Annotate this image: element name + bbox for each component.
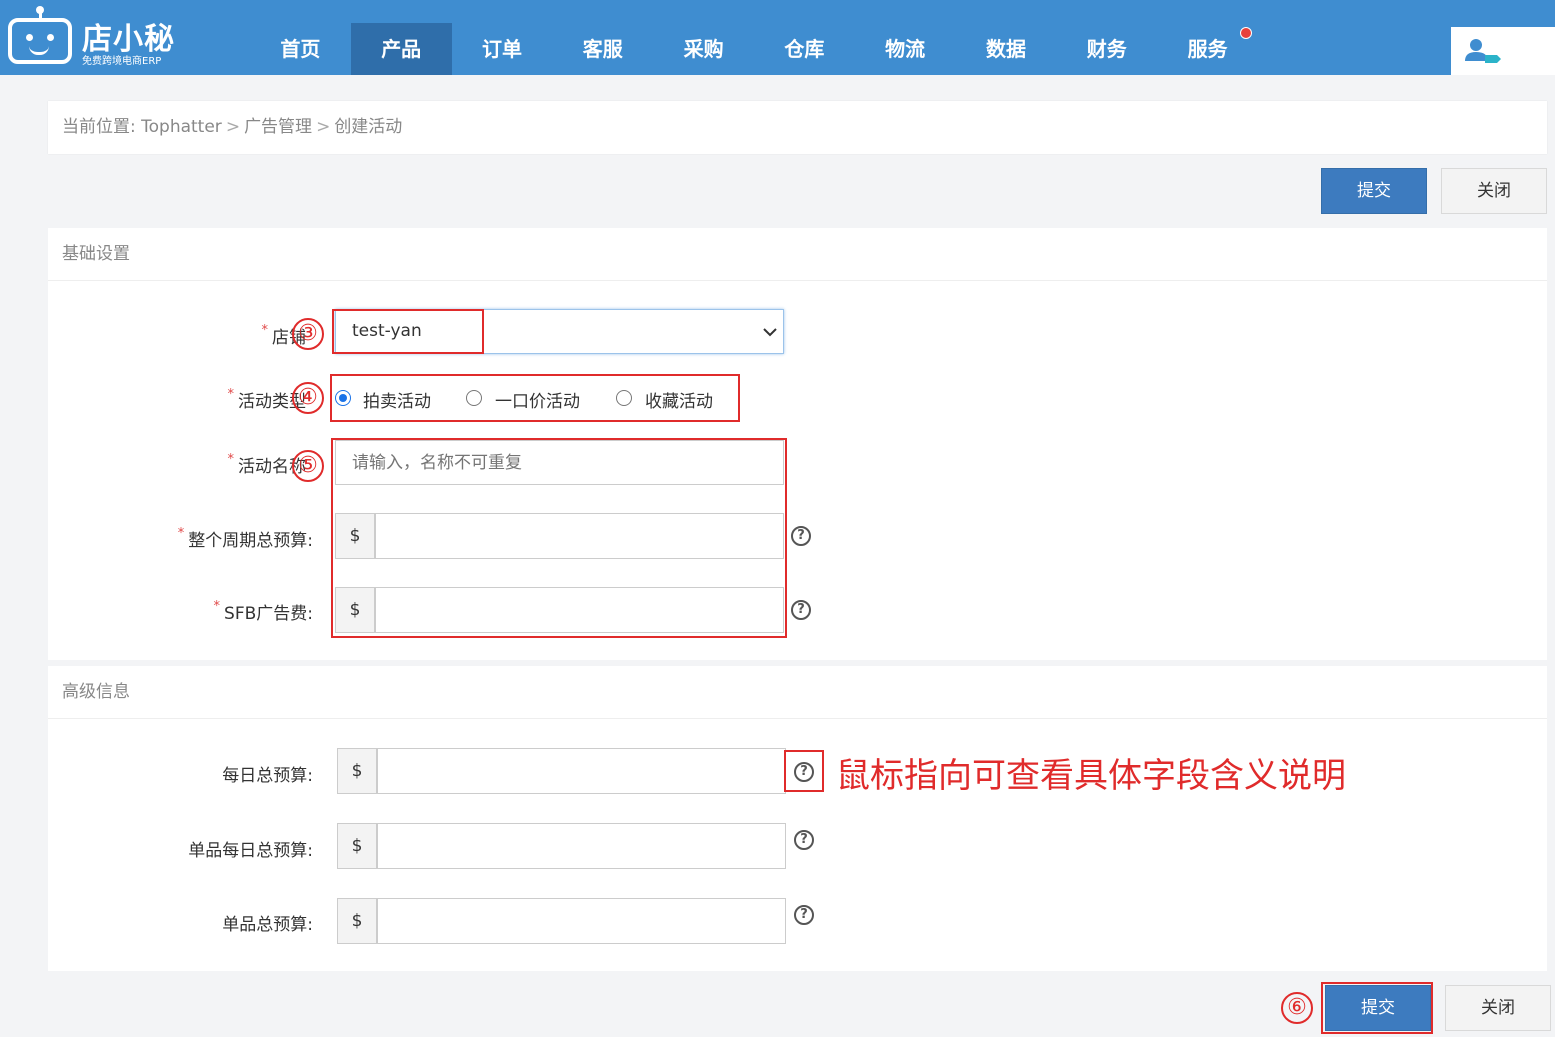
- annotation-box-name-budget: [331, 438, 787, 638]
- advanced-info-title: 高级信息: [48, 666, 1547, 719]
- currency-addon: $: [337, 823, 377, 869]
- basic-settings-panel: 基础设置: [48, 228, 1547, 660]
- annotation-step-5: ⑤: [292, 450, 324, 482]
- chevron-right-icon: >: [316, 117, 331, 137]
- breadcrumb: 当前位置: Tophatter > 广告管理 > 创建活动: [48, 101, 1547, 154]
- top-navigation-bar: 店小秘 免费跨境电商ERP 首页 产品 订单 客服 采购 仓库 物流 数据 财务…: [0, 0, 1555, 75]
- app-logo[interactable]: 店小秘 免费跨境电商ERP: [6, 4, 176, 70]
- robot-logo-icon: [8, 6, 72, 64]
- total-budget-label: * 整个周期总预算:: [177, 526, 313, 551]
- nav-item-purchasing[interactable]: 采购: [653, 23, 754, 75]
- campaign-type-label: * 活动类型: [227, 387, 307, 412]
- help-icon[interactable]: ?: [791, 600, 811, 620]
- help-icon[interactable]: ?: [794, 905, 814, 925]
- sfb-fee-label: * SFB广告费:: [213, 599, 313, 624]
- nav-item-customer-service[interactable]: 客服: [552, 23, 653, 75]
- item-total-budget-label: 单品总预算:: [222, 915, 313, 935]
- notification-dot: [1240, 27, 1252, 39]
- nav-item-logistics[interactable]: 物流: [855, 23, 956, 75]
- annotation-box-help: [784, 750, 824, 792]
- daily-budget-label: 每日总预算:: [222, 766, 313, 786]
- nav-item-data[interactable]: 数据: [956, 23, 1057, 75]
- nav-item-warehouse[interactable]: 仓库: [754, 23, 855, 75]
- close-button-top[interactable]: 关闭: [1441, 168, 1547, 214]
- basic-settings-title: 基础设置: [48, 228, 1547, 281]
- chevron-down-icon: [763, 328, 777, 337]
- item-total-budget-input[interactable]: [377, 898, 786, 944]
- help-icon[interactable]: ?: [791, 526, 811, 546]
- campaign-name-label: * 活动名称: [227, 452, 307, 477]
- annotation-step-3: ③: [292, 318, 324, 350]
- chevron-right-icon: >: [225, 117, 241, 137]
- nav-item-products[interactable]: 产品: [350, 23, 452, 75]
- nav-item-finance[interactable]: 财务: [1056, 23, 1157, 75]
- annotation-step-6: ⑥: [1281, 992, 1313, 1024]
- item-daily-budget-label: 单品每日总预算:: [188, 841, 313, 861]
- main-nav: 首页 产品 订单 客服 采购 仓库 物流 数据 财务 服务: [250, 23, 1258, 75]
- nav-item-home[interactable]: 首页: [250, 23, 351, 75]
- logo-subtitle: 免费跨境电商ERP: [82, 56, 162, 67]
- breadcrumb-item-ad-management[interactable]: 广告管理: [244, 117, 312, 137]
- breadcrumb-item-create-campaign: 创建活动: [334, 117, 403, 137]
- help-icon[interactable]: ?: [794, 830, 814, 850]
- nav-item-orders[interactable]: 订单: [452, 23, 553, 75]
- user-icon: [1465, 39, 1501, 63]
- currency-addon: $: [337, 748, 377, 794]
- currency-addon: $: [337, 898, 377, 944]
- submit-button-top[interactable]: 提交: [1321, 168, 1427, 214]
- annotation-step-4: ④: [292, 382, 324, 414]
- annotation-box-type: [330, 374, 740, 422]
- item-daily-budget-input[interactable]: [377, 823, 786, 869]
- breadcrumb-item-tophatter[interactable]: Tophatter: [141, 117, 222, 137]
- annotation-box-submit: [1321, 982, 1433, 1034]
- close-button-bottom[interactable]: 关闭: [1445, 985, 1551, 1031]
- annotation-tooltip-note: 鼠标指向可查看具体字段含义说明: [836, 756, 1346, 796]
- breadcrumb-prefix: 当前位置:: [62, 117, 136, 137]
- user-menu[interactable]: [1451, 27, 1555, 75]
- annotation-box-store: [332, 309, 484, 354]
- daily-budget-input[interactable]: [377, 748, 786, 794]
